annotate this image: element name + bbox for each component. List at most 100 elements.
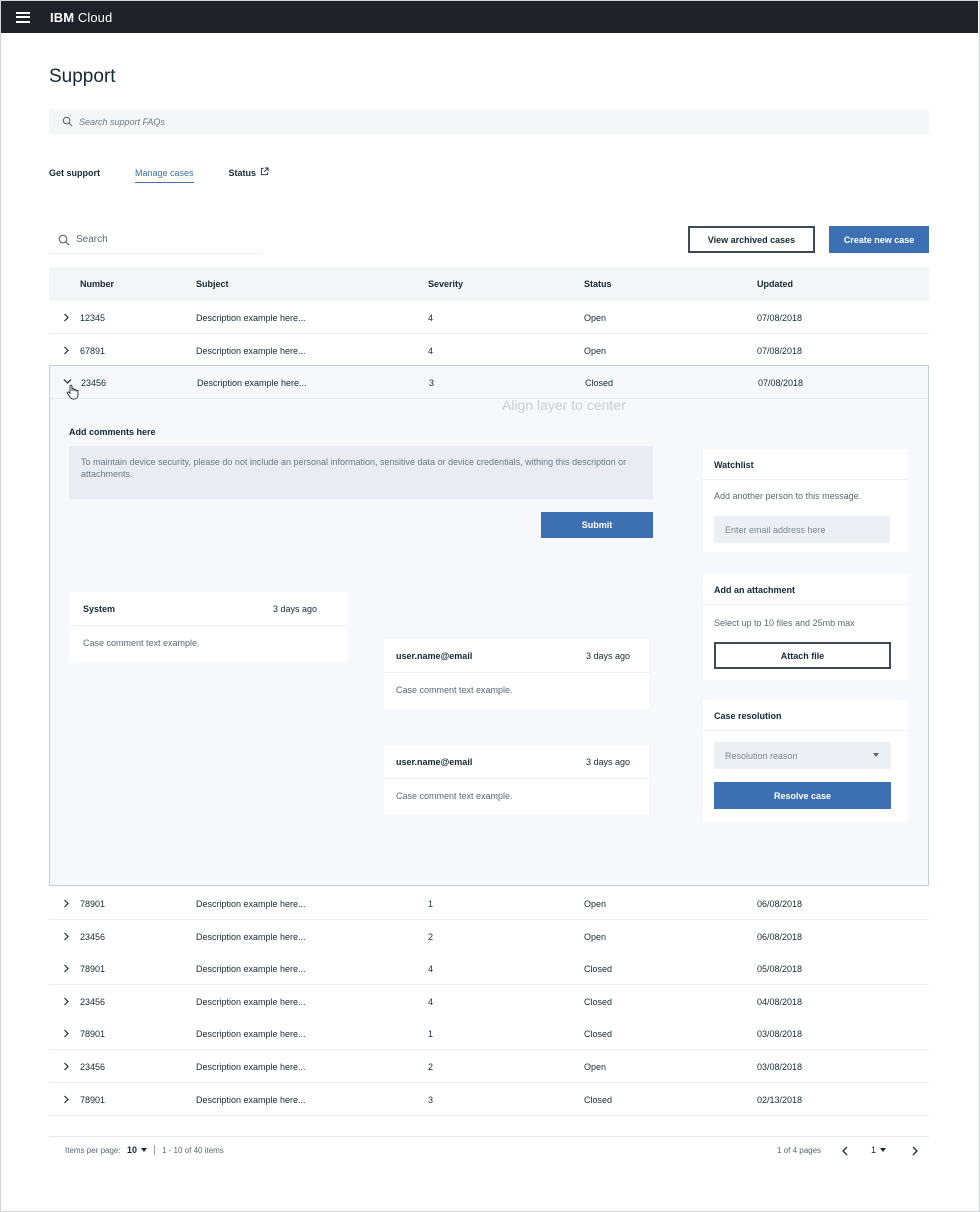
tab-status[interactable]: Status [228, 167, 270, 184]
current-page-value: 1 [871, 1145, 877, 1155]
table-row[interactable]: 23456 Description example here... 2 Open… [49, 1050, 929, 1083]
table-row[interactable]: 78901 Description example here... 1 Clos… [49, 1017, 929, 1050]
table-row[interactable]: 78901 Description example here... 1 Open… [49, 887, 929, 920]
tab-get-support[interactable]: Get support [49, 168, 100, 184]
create-new-case-button[interactable]: Create new case [829, 226, 929, 253]
case-severity: 4 [428, 313, 434, 323]
column-header-subject[interactable]: Subject [196, 279, 229, 289]
comment-divider [384, 672, 649, 673]
attachment-title: Add an attachment [714, 585, 796, 595]
caret-down-icon [141, 1148, 148, 1152]
chevron-right-icon[interactable] [63, 1029, 70, 1038]
chevron-right-icon[interactable] [63, 997, 70, 1006]
comment-time: 3 days ago [586, 757, 631, 767]
table-row[interactable]: 23456 Description example here... 2 Open… [49, 920, 929, 953]
case-status: Open [584, 932, 607, 942]
case-number: 67891 [80, 346, 106, 356]
case-updated: 02/13/2018 [757, 1095, 803, 1105]
case-updated: 04/08/2018 [757, 997, 803, 1007]
comment-author: user.name@email [396, 651, 473, 661]
case-search-bar[interactable] [49, 226, 262, 254]
tab-label: Manage cases [135, 168, 194, 178]
table-row[interactable]: 78901 Description example here... 4 Clos… [49, 952, 929, 985]
tab-manage-cases[interactable]: Manage cases [135, 168, 194, 183]
tab-label: Status [228, 168, 257, 178]
case-search-input[interactable] [76, 234, 246, 245]
table-row[interactable]: 78901 Description example here... 3 Clos… [49, 1083, 929, 1116]
resolve-case-button[interactable]: Resolve case [714, 782, 891, 809]
column-header-number[interactable]: Number [80, 279, 114, 289]
chevron-right-icon[interactable] [911, 1146, 919, 1156]
case-subject: Description example here... [196, 1029, 306, 1039]
resolution-reason-select[interactable]: Resolution reason [714, 742, 891, 769]
comment-textarea[interactable] [69, 446, 653, 499]
item-range-text: 1 - 10 of 40 items [162, 1146, 224, 1155]
chevron-right-icon[interactable] [63, 1095, 70, 1104]
expanded-case-panel: 23456 Description example here... 3 Clos… [49, 365, 929, 886]
watchlist-title: Watchlist [714, 460, 754, 470]
chevron-right-icon[interactable] [63, 346, 70, 355]
table-row-expanded[interactable]: 23456 Description example here... 3 Clos… [50, 366, 928, 400]
case-status: Closed [584, 1095, 613, 1105]
case-number: 12345 [80, 313, 106, 323]
comments-label: Add comments here [69, 427, 156, 437]
case-updated: 07/08/2018 [758, 378, 804, 388]
chevron-right-icon[interactable] [63, 932, 70, 941]
page-title: Support [49, 66, 116, 87]
case-updated: 05/08/2018 [757, 964, 803, 974]
chevron-left-icon[interactable] [841, 1146, 849, 1156]
chevron-right-icon[interactable] [63, 313, 70, 322]
items-per-page-value: 10 [127, 1145, 138, 1155]
case-number: 23456 [80, 997, 106, 1007]
tab-list: Get support Manage cases Status [49, 167, 304, 184]
table-row[interactable]: 23456 Description example here... 4 Clos… [49, 985, 929, 1018]
comment-card: System 3 days ago Case comment text exam… [69, 592, 348, 662]
comment-text: Case comment text example. [396, 685, 513, 695]
menu-icon[interactable] [16, 11, 30, 23]
attach-file-button[interactable]: Attach file [714, 642, 891, 669]
chevron-right-icon[interactable] [63, 899, 70, 908]
column-header-updated[interactable]: Updated [757, 279, 793, 289]
faq-search-bar[interactable] [49, 109, 929, 134]
column-header-severity[interactable]: Severity [428, 279, 463, 289]
comment-author: System [83, 604, 116, 614]
case-number: 23456 [80, 1062, 106, 1072]
table-header: Number Subject Severity Status Updated [49, 267, 929, 301]
submit-comment-button[interactable]: Submit [541, 512, 653, 538]
case-severity: 4 [428, 346, 434, 356]
chevron-right-icon[interactable] [63, 1062, 70, 1071]
pagination-bar: Items per page: 10 1 - 10 of 40 items 1 … [49, 1136, 929, 1164]
column-header-status[interactable]: Status [584, 279, 612, 289]
table-row[interactable]: 12345 Description example here... 4 Open… [49, 301, 929, 334]
case-resolution-card: Case resolution Resolution reason Resolv… [703, 700, 908, 822]
case-number: 78901 [80, 1029, 106, 1039]
faq-search-input[interactable] [79, 116, 679, 127]
case-number: 23456 [81, 378, 107, 388]
case-subject: Description example here... [196, 964, 306, 974]
case-status: Open [584, 1062, 607, 1072]
comment-text: Case comment text example. [83, 638, 200, 648]
case-severity: 3 [429, 378, 435, 388]
case-updated: 06/08/2018 [757, 932, 803, 942]
pager-separator [154, 1145, 155, 1155]
top-navigation-bar: IBM Cloud [1, 1, 978, 33]
table-row[interactable]: 67891 Description example here... 4 Open… [49, 334, 929, 367]
case-severity: 2 [428, 932, 434, 942]
items-per-page-select[interactable]: 10 [127, 1145, 148, 1155]
watchlist-email-input[interactable] [714, 516, 890, 543]
brand-logo[interactable]: IBM Cloud [50, 10, 112, 25]
comment-time: 3 days ago [273, 604, 318, 614]
launch-icon [260, 167, 269, 176]
page-select[interactable]: 1 [871, 1145, 887, 1155]
resolution-title: Case resolution [714, 711, 782, 721]
view-archived-cases-button[interactable]: View archived cases [688, 226, 815, 253]
chevron-right-icon[interactable] [63, 964, 70, 973]
case-number: 23456 [80, 932, 106, 942]
case-severity: 3 [428, 1095, 434, 1105]
comment-card: user.name@email 3 days ago Case comment … [384, 639, 649, 709]
case-subject: Description example here... [196, 346, 306, 356]
card-divider [703, 604, 908, 605]
brand-rest: Cloud [74, 9, 113, 25]
align-layer-note: Align layer to center [502, 397, 626, 413]
brand-bold: IBM [50, 9, 75, 25]
